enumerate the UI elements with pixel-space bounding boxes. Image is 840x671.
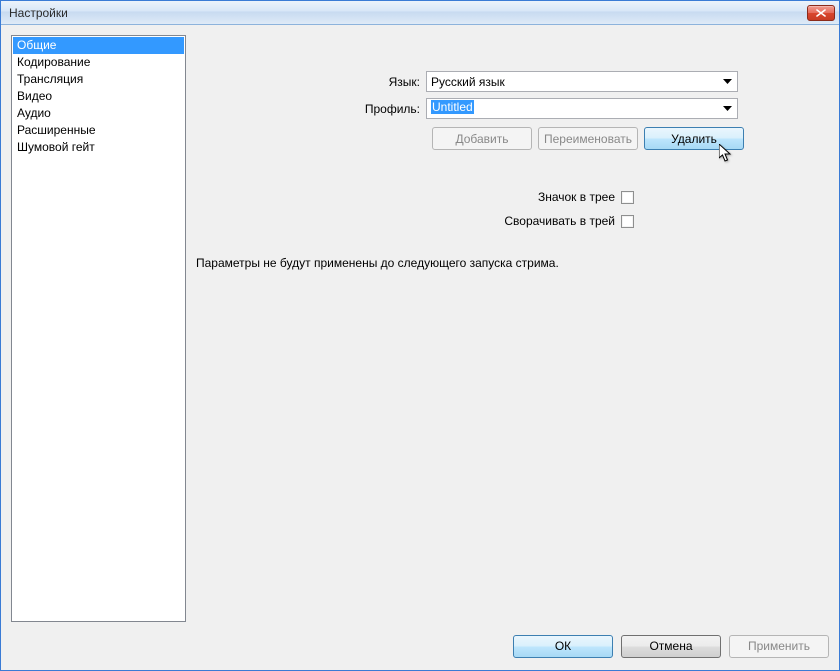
titlebar: Настройки (1, 1, 839, 25)
sidebar-item-general[interactable]: Общие (13, 37, 184, 54)
minimize-tray-row: Сворачивать в трей (196, 214, 829, 228)
add-button: Добавить (432, 127, 532, 150)
language-dropdown[interactable]: Русский язык (426, 71, 738, 92)
tray-icon-checkbox[interactable] (621, 191, 634, 204)
apply-button-label: Применить (748, 639, 810, 653)
language-label: Язык: (196, 75, 426, 89)
ok-button[interactable]: ОК (513, 635, 613, 658)
settings-window: Настройки Общие Кодирование Трансляция В… (0, 0, 840, 671)
sidebar-item-encoding[interactable]: Кодирование (13, 54, 184, 71)
delete-button-label: Удалить (671, 132, 717, 146)
dialog-footer: ОК Отмена Применить (1, 628, 839, 670)
cancel-button[interactable]: Отмена (621, 635, 721, 658)
language-row: Язык: Русский язык (196, 71, 829, 92)
profile-dropdown[interactable]: Untitled (426, 98, 738, 119)
main-panel: Язык: Русский язык Профиль: Untitled (196, 35, 829, 622)
info-text: Параметры не будут применены до следующе… (196, 256, 829, 270)
tray-options: Значок в трее Сворачивать в трей (196, 190, 829, 228)
dialog-body: Общие Кодирование Трансляция Видео Аудио… (1, 25, 839, 628)
rename-button: Переименовать (538, 127, 638, 150)
profile-buttons: Добавить Переименовать Удалить (196, 127, 829, 150)
language-value: Русский язык (431, 75, 721, 89)
rename-button-label: Переименовать (544, 132, 632, 146)
close-button[interactable] (807, 5, 835, 21)
sidebar-item-audio[interactable]: Аудио (13, 105, 184, 122)
tray-icon-row: Значок в трее (196, 190, 829, 204)
delete-button[interactable]: Удалить (644, 127, 744, 150)
apply-button: Применить (729, 635, 829, 658)
sidebar-item-advanced[interactable]: Расширенные (13, 122, 184, 139)
minimize-tray-label: Сворачивать в трей (504, 214, 615, 228)
tray-icon-label: Значок в трее (538, 190, 615, 204)
sidebar-item-video[interactable]: Видео (13, 88, 184, 105)
minimize-tray-checkbox[interactable] (621, 215, 634, 228)
close-icon (816, 9, 826, 17)
sidebar[interactable]: Общие Кодирование Трансляция Видео Аудио… (11, 35, 186, 622)
chevron-down-icon (721, 79, 734, 85)
profile-value: Untitled (431, 100, 474, 117)
sidebar-item-broadcast[interactable]: Трансляция (13, 71, 184, 88)
profile-row: Профиль: Untitled (196, 98, 829, 119)
add-button-label: Добавить (455, 132, 508, 146)
ok-button-label: ОК (555, 639, 571, 653)
cancel-button-label: Отмена (649, 639, 692, 653)
chevron-down-icon (721, 106, 734, 112)
profile-label: Профиль: (196, 102, 426, 116)
sidebar-item-noise-gate[interactable]: Шумовой гейт (13, 139, 184, 156)
window-title: Настройки (9, 6, 807, 20)
